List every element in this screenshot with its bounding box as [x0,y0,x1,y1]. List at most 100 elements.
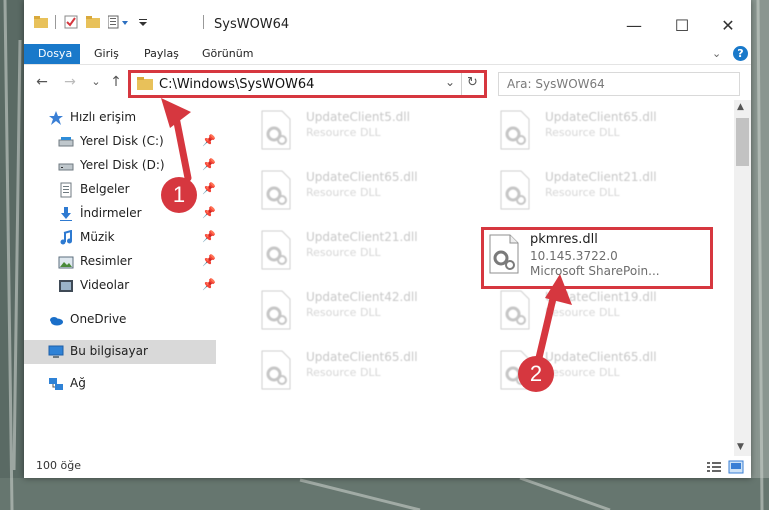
help-icon[interactable]: ? [733,46,748,61]
pin-icon: 📌 [202,182,216,195]
file-name: UpdateClient19.dll [545,290,657,304]
item-count: 100 öğe [36,459,81,472]
computer-icon [48,345,64,358]
ribbon-tabs: Dosya Giriş Paylaş Görünüm ⌄ ? [24,44,751,65]
separator-icon [55,15,56,29]
title-bar: SysWOW64 — ☐ ✕ [24,0,751,44]
dll-file-icon [261,290,291,330]
search-input[interactable]: Ara: SysWOW64 [498,72,740,96]
back-button[interactable]: ← [32,72,52,92]
address-dropdown-button[interactable]: ⌄ [445,75,455,89]
details-view-icon[interactable] [706,460,722,474]
nav-local-disk-d[interactable]: Yerel Disk (D:) 📌 [24,154,216,178]
close-button[interactable]: ✕ [708,10,748,40]
file-description: Resource DLL [306,186,381,199]
customize-toolbar-icon[interactable] [108,15,130,29]
videos-icon [59,280,73,292]
file-name: UpdateClient65.dll [306,170,418,184]
nav-label: Resimler [80,254,133,268]
vertical-scrollbar[interactable]: ▲ ▼ [734,100,751,456]
pin-icon: 📌 [202,254,216,267]
file-item[interactable]: UpdateClient65.dll Resource DLL [240,344,470,394]
address-row: ← → ⌄ ↑ C:\Windows\SysWOW64 ⌄ ↻ Ara: Sys… [24,66,751,100]
pin-icon: 📌 [202,278,216,291]
file-item[interactable]: UpdateClient5.dll Resource DLL [240,104,470,154]
nav-onedrive[interactable]: OneDrive [24,308,216,332]
file-item[interactable]: UpdateClient65.dll Resource DLL [479,104,709,154]
pin-icon: 📌 [202,206,216,219]
dll-file-icon [261,230,291,270]
folder-icon [137,77,153,90]
maximize-button[interactable]: ☐ [662,10,702,40]
file-description: Resource DLL [306,306,381,319]
pin-icon: 📌 [202,158,216,171]
file-description: Resource DLL [306,366,381,379]
star-icon [49,111,63,125]
nav-quick-access[interactable]: Hızlı erişim [24,106,216,130]
recent-locations-button[interactable]: ⌄ [86,72,106,92]
file-name: UpdateClient65.dll [545,110,657,124]
nav-label: Videolar [80,278,130,292]
dll-file-icon [261,350,291,390]
properties-icon[interactable] [64,15,78,29]
file-name: UpdateClient21.dll [545,170,657,184]
tab-gorunum[interactable]: Görünüm [194,44,261,64]
file-description: Resource DLL [545,306,620,319]
tab-paylas[interactable]: Paylaş [136,44,187,64]
file-item[interactable]: UpdateClient19.dll Resource DLL [479,284,709,334]
file-version: 10.145.3722.0 [530,249,618,263]
file-name: UpdateClient65.dll [545,350,657,364]
tiles-view-icon[interactable] [728,460,744,474]
minimize-button[interactable]: — [614,10,654,40]
ribbon-expand-button[interactable]: ⌄ [704,44,729,64]
scroll-down-icon[interactable]: ▼ [737,442,744,452]
file-name: pkmres.dll [530,232,598,247]
file-name: UpdateClient42.dll [306,290,418,304]
nav-network[interactable]: Ağ [24,372,216,396]
file-item[interactable]: UpdateClient21.dll Resource DLL [479,164,709,214]
refresh-button[interactable]: ↻ [467,75,478,90]
drive-icon [58,137,74,147]
dll-file-icon [489,234,519,274]
tab-dosya[interactable]: Dosya [24,44,80,64]
nav-this-pc[interactable]: Bu bilgisayar [24,340,216,364]
quick-access-dropdown-icon[interactable] [138,15,148,29]
address-path: C:\Windows\SysWOW64 [159,77,315,92]
nav-label: Ağ [70,376,86,390]
highlighted-file[interactable]: pkmres.dll 10.145.3722.0 Microsoft Share… [481,227,713,289]
file-name: UpdateClient65.dll [306,350,418,364]
scroll-up-icon[interactable]: ▲ [737,102,744,112]
drive-icon [58,163,74,171]
file-name: UpdateClient5.dll [306,110,410,124]
file-item[interactable]: UpdateClient65.dll Resource DLL [240,164,470,214]
nav-label: Hızlı erişim [70,110,137,124]
tab-giris[interactable]: Giriş [86,44,127,64]
nav-videos[interactable]: Videolar 📌 [24,274,216,298]
title-separator-icon [203,15,204,29]
nav-pictures[interactable]: Resimler 📌 [24,250,216,274]
dll-file-icon [261,170,291,210]
dll-file-icon [500,290,530,330]
search-placeholder: Ara: SysWOW64 [507,77,605,91]
file-description: Resource DLL [306,126,381,139]
dll-file-icon [261,110,291,150]
network-icon [49,378,63,390]
navigation-pane: Hızlı erişim Yerel Disk (C:) 📌 Yerel Dis… [24,100,216,450]
up-button[interactable]: ↑ [106,72,126,92]
address-bar[interactable]: C:\Windows\SysWOW64 ⌄ ↻ [128,70,487,98]
callout-1: 1 [161,177,197,213]
scroll-thumb[interactable] [736,118,749,166]
forward-button[interactable]: → [60,72,80,92]
file-item[interactable]: UpdateClient42.dll Resource DLL [240,284,470,334]
music-icon [60,230,72,245]
nav-label: Müzik [80,230,115,244]
nav-music[interactable]: Müzik 📌 [24,226,216,250]
pin-icon: 📌 [202,134,216,147]
file-name: UpdateClient21.dll [306,230,418,244]
new-folder-icon[interactable] [86,15,100,29]
documents-icon [60,182,72,198]
nav-local-disk-c[interactable]: Yerel Disk (C:) 📌 [24,130,216,154]
file-item[interactable]: UpdateClient21.dll Resource DLL [240,224,470,274]
cloud-icon [50,317,63,326]
file-item[interactable]: UpdateClient65.dll Resource DLL [479,344,709,394]
